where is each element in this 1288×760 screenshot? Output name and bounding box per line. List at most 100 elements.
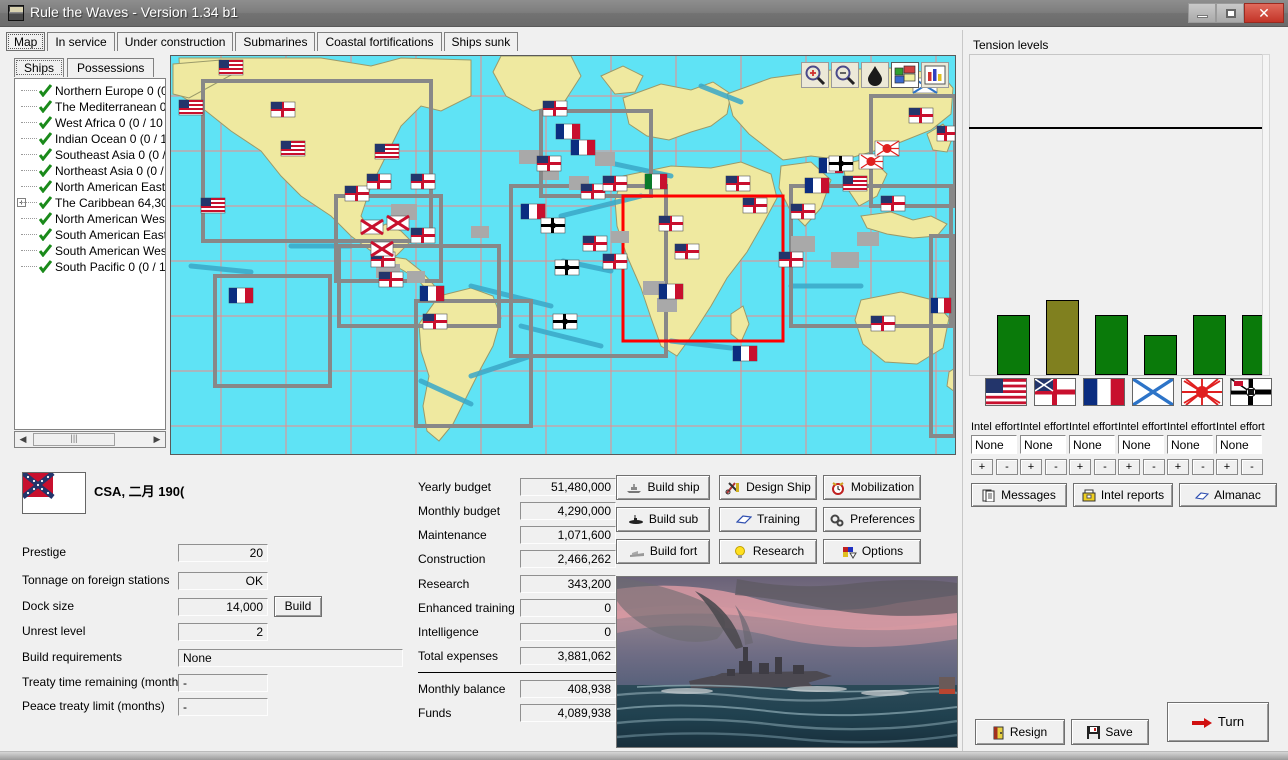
budget-row-yearly-budget: Yearly budget 51,480,000	[418, 478, 618, 497]
tree-dots	[21, 234, 37, 235]
intel-effort-value-germany[interactable]: None	[1216, 435, 1262, 454]
resign-button[interactable]: Resign	[975, 719, 1065, 745]
close-button[interactable]: ✕	[1244, 3, 1284, 23]
budget-value[interactable]: 4,089,938	[520, 704, 616, 722]
right-panel: Tension levels Intel effort	[962, 30, 1282, 754]
zoom-out-icon[interactable]	[831, 62, 859, 88]
intel-plus-russia[interactable]: +	[1118, 459, 1140, 475]
list-item[interactable]: The Mediterranean 0	[15, 99, 165, 115]
scroll-left-icon[interactable]: ◀	[15, 432, 31, 447]
chart-icon[interactable]	[921, 62, 949, 88]
design-ship-button[interactable]: Design Ship	[719, 475, 817, 500]
world-map[interactable]	[170, 55, 956, 455]
intel-effort-value-russia[interactable]: None	[1118, 435, 1164, 454]
floppy-icon	[1087, 726, 1100, 739]
save-button[interactable]: Save	[1071, 719, 1149, 745]
intel-plus-usa[interactable]: +	[971, 459, 993, 475]
budget-value[interactable]: 4,290,000	[520, 502, 616, 520]
field-value[interactable]: OK	[178, 572, 268, 590]
build-ship-button[interactable]: Build ship	[616, 475, 710, 500]
intel-effort-value-uk[interactable]: None	[1020, 435, 1066, 454]
subtab-ships[interactable]: Ships	[14, 58, 64, 77]
subtab-possessions[interactable]: Possessions	[67, 58, 154, 77]
list-item[interactable]: North American Wes	[15, 211, 165, 227]
tab-under-construction[interactable]: Under construction	[117, 32, 234, 51]
oil-drop-icon[interactable]	[861, 62, 889, 88]
list-item[interactable]: Southeast Asia 0 (0 /	[15, 147, 165, 163]
intel-minus-russia[interactable]: -	[1143, 459, 1165, 475]
messages-button[interactable]: Messages	[971, 483, 1067, 507]
scroll-thumb[interactable]	[33, 433, 115, 446]
tension-scrollbar[interactable]	[1262, 54, 1270, 376]
button-label: Build ship	[647, 480, 699, 494]
budget-value[interactable]: 2,466,262	[520, 550, 616, 568]
intel-effort-value-france[interactable]: None	[1069, 435, 1115, 454]
list-item[interactable]: Indian Ocean 0 (0 / 1	[15, 131, 165, 147]
check-icon	[39, 84, 52, 97]
budget-row-monthly-balance: Monthly balance 408,938	[418, 680, 618, 699]
region-tree[interactable]: Northern Europe 0 (0 The Mediterranean 0…	[14, 78, 166, 430]
almanac-button[interactable]: Almanac	[1179, 483, 1277, 507]
check-icon	[39, 116, 52, 129]
intel-minus-france[interactable]: -	[1094, 459, 1116, 475]
budget-value[interactable]: 343,200	[520, 575, 616, 593]
germany-flag	[1230, 378, 1272, 406]
check-icon	[39, 132, 52, 145]
list-item[interactable]: Northeast Asia 0 (0 /	[15, 163, 165, 179]
field-value[interactable]: None	[178, 649, 403, 667]
budget-value[interactable]: 1,071,600	[520, 526, 616, 544]
intel-minus-germany[interactable]: -	[1241, 459, 1263, 475]
intel-minus-japan[interactable]: -	[1192, 459, 1214, 475]
intel-minus-usa[interactable]: -	[996, 459, 1018, 475]
field-value[interactable]: -	[178, 698, 268, 716]
intel-plus-germany[interactable]: +	[1216, 459, 1238, 475]
turn-button[interactable]: Turn	[1167, 702, 1269, 742]
training-button[interactable]: Training	[719, 507, 817, 532]
zoom-in-icon[interactable]	[801, 62, 829, 88]
tab-map[interactable]: Map	[6, 32, 45, 51]
budget-value[interactable]: 0	[520, 623, 616, 641]
intel-plus-uk[interactable]: +	[1020, 459, 1042, 475]
drafting-icon	[725, 481, 741, 495]
preferences-button[interactable]: Preferences	[823, 507, 921, 532]
build-sub-button[interactable]: Build sub	[616, 507, 710, 532]
field-value[interactable]: 20	[178, 544, 268, 562]
options-button[interactable]: Options	[823, 539, 921, 564]
list-item[interactable]: North American East	[15, 179, 165, 195]
nation-date-line: CSA, 二月 190(	[94, 481, 184, 500]
intel-effort-value-japan[interactable]: None	[1167, 435, 1213, 454]
list-item[interactable]: West Africa 0 (0 / 10	[15, 115, 165, 131]
flags-icon[interactable]	[891, 62, 919, 88]
budget-value[interactable]: 0	[520, 599, 616, 617]
intel-reports-button[interactable]: Intel reports	[1073, 483, 1173, 507]
tab-submarines[interactable]: Submarines	[235, 32, 315, 51]
intel-plus-japan[interactable]: +	[1167, 459, 1189, 475]
maximize-button[interactable]	[1216, 3, 1244, 23]
tab-ships-sunk[interactable]: Ships sunk	[444, 32, 519, 51]
mobilization-button[interactable]: Mobilization	[823, 475, 921, 500]
field-value[interactable]: -	[178, 674, 268, 692]
budget-value[interactable]: 3,881,062	[520, 647, 616, 665]
list-item[interactable]: South Pacific 0 (0 / 1	[15, 259, 165, 275]
list-item[interactable]: South American East	[15, 227, 165, 243]
intel-minus-uk[interactable]: -	[1045, 459, 1067, 475]
scroll-right-icon[interactable]: ▶	[149, 432, 165, 447]
minimize-button[interactable]	[1188, 3, 1216, 23]
budget-value[interactable]: 408,938	[520, 680, 616, 698]
budget-value[interactable]: 51,480,000	[520, 478, 616, 496]
field-value[interactable]: 2	[178, 623, 268, 641]
field-value[interactable]: 14,000	[178, 598, 268, 616]
button-label: Intel reports	[1101, 488, 1164, 502]
list-item[interactable]: South American Wes	[15, 243, 165, 259]
intel-plus-france[interactable]: +	[1069, 459, 1091, 475]
tab-in-service[interactable]: In service	[47, 32, 114, 51]
build-dock-button[interactable]: Build	[274, 596, 322, 617]
tree-horizontal-scrollbar[interactable]: ◀ ▶	[14, 431, 166, 448]
intel-effort-value-usa[interactable]: None	[971, 435, 1017, 454]
list-item[interactable]: Northern Europe 0 (0	[15, 83, 165, 99]
list-item[interactable]: + The Caribbean 64,30	[15, 195, 165, 211]
tab-coastal-fortifications[interactable]: Coastal fortifications	[317, 32, 441, 51]
build-fort-button[interactable]: Build fort	[616, 539, 710, 564]
budget-label: Total expenses	[418, 649, 498, 663]
research-button[interactable]: Research	[719, 539, 817, 564]
